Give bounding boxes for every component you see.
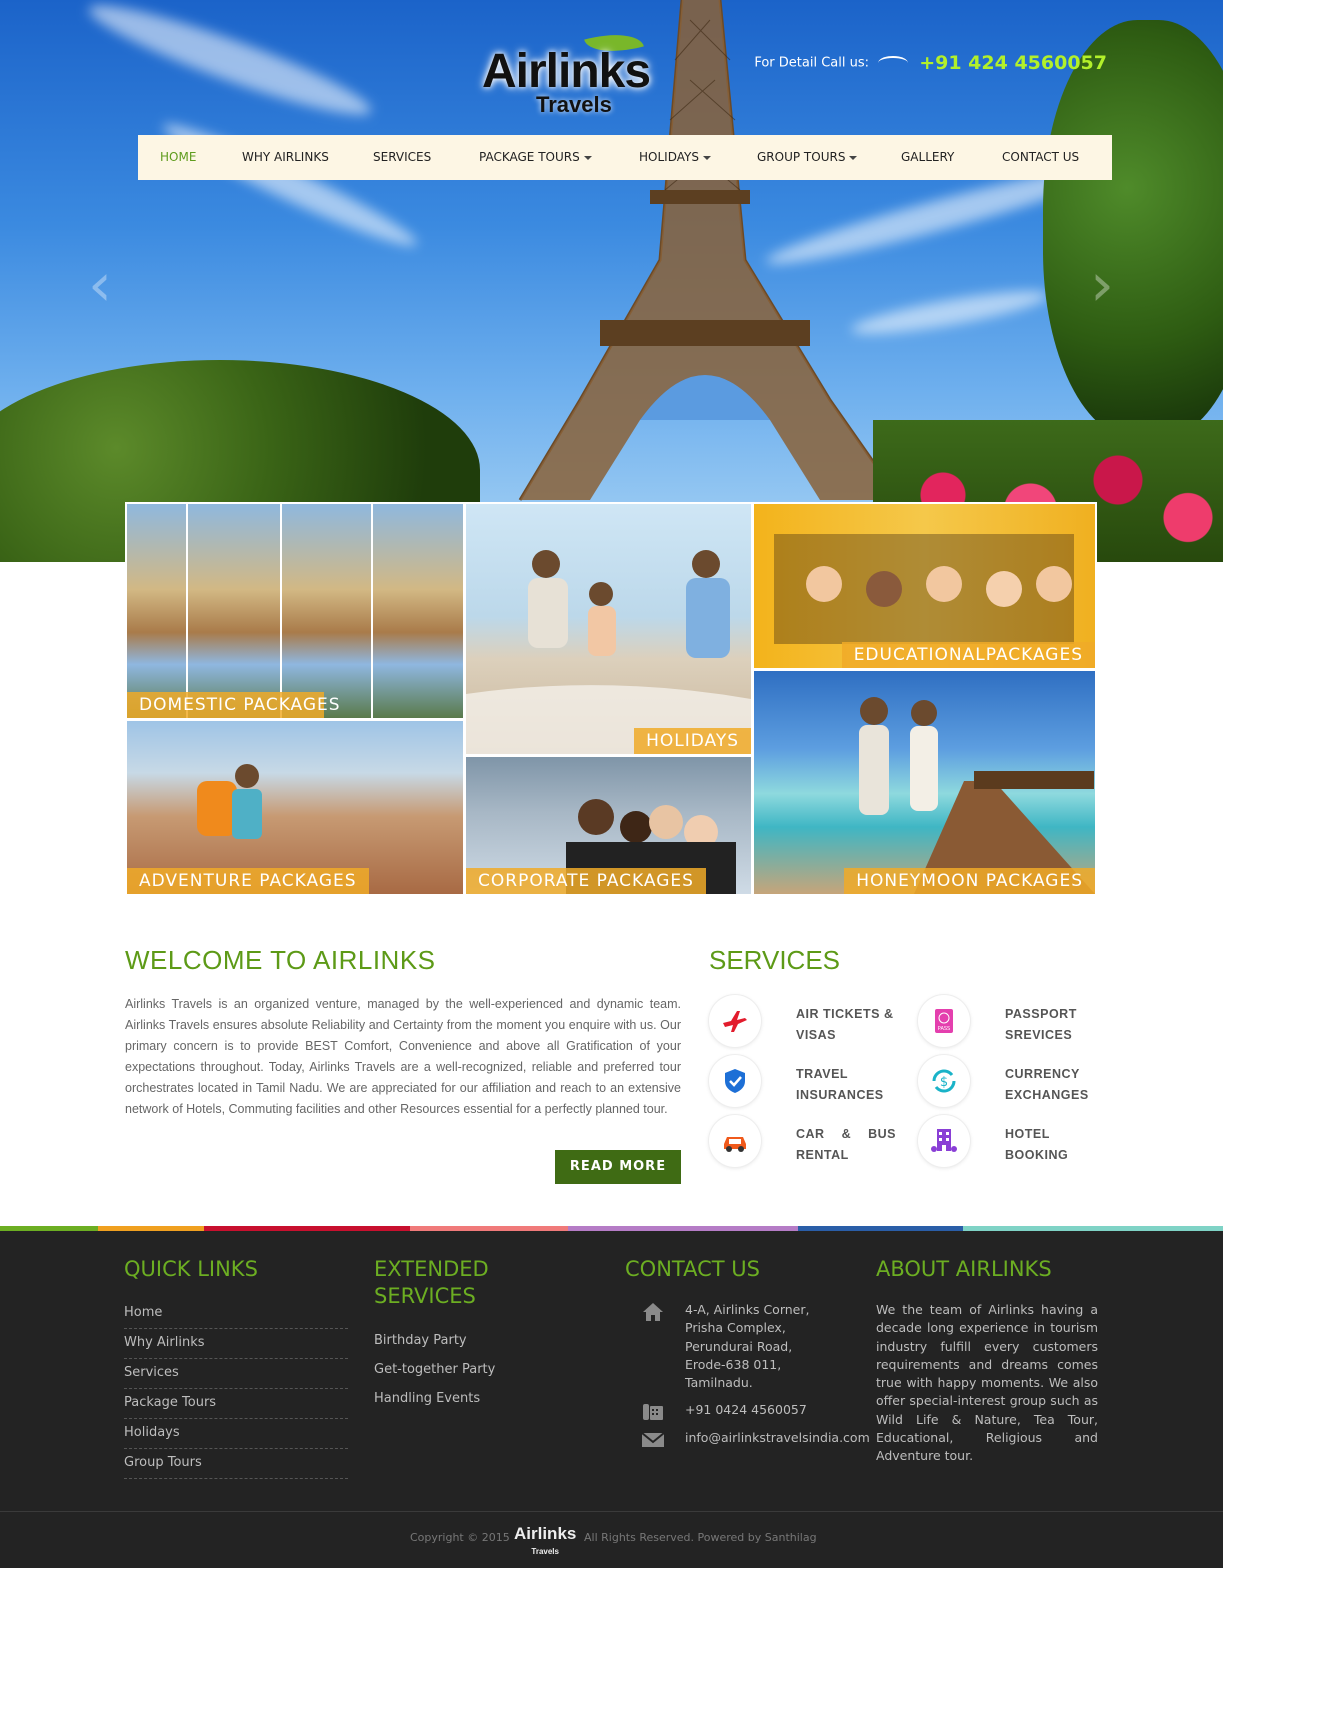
footer-link-group-tours[interactable]: Group Tours bbox=[124, 1449, 348, 1479]
contact-address: 4-A, Airlinks Corner, Prisha Complex, Pe… bbox=[685, 1302, 810, 1391]
nav-contact-us[interactable]: CONTACT US bbox=[1002, 135, 1079, 180]
rights-text: All Rights Reserved. Powered by Santhila… bbox=[584, 1531, 817, 1544]
logo-sub-text: Travels bbox=[536, 92, 612, 117]
quick-links-title: QUICK LINKS bbox=[124, 1257, 258, 1281]
nav-group-tours[interactable]: GROUP TOURS bbox=[757, 135, 901, 180]
footer-link-birthday-party[interactable]: Birthday Party bbox=[374, 1333, 467, 1348]
phone-icon bbox=[643, 1404, 663, 1420]
contact-us-title: CONTACT US bbox=[625, 1257, 760, 1281]
footer-link-handling-events[interactable]: Handling Events bbox=[374, 1391, 480, 1406]
passport-icon: PASS bbox=[918, 995, 970, 1047]
footer-link-services[interactable]: Services bbox=[124, 1359, 348, 1389]
contact-phone[interactable]: +91 0424 4560057 bbox=[685, 1401, 807, 1419]
service-car-bus-rental[interactable]: CAR & BUS RENTAL bbox=[709, 1115, 909, 1171]
nav-why-airlinks[interactable]: WHY AIRLINKS bbox=[242, 135, 373, 180]
service-label: HOTEL BOOKING bbox=[1005, 1127, 1069, 1162]
tile-label: DOMESTIC PACKAGES bbox=[127, 692, 340, 718]
about-airlinks-body: We the team of Airlinks having a decade … bbox=[876, 1302, 1098, 1464]
slider-next-arrow-icon[interactable]: › bbox=[1090, 250, 1114, 320]
nav-gallery[interactable]: GALLERY bbox=[901, 135, 1002, 180]
service-label: AIR TICKETS & VISAS bbox=[796, 1007, 894, 1042]
welcome-body: Airlinks Travels is an organized venture… bbox=[125, 997, 681, 1116]
tile-honeymoon-packages[interactable]: HONEYMOON PACKAGES bbox=[754, 671, 1095, 894]
service-label: CURRENCY EXCHANGES bbox=[1005, 1067, 1089, 1102]
envelope-icon bbox=[641, 1432, 665, 1447]
tile-holidays[interactable]: HOLIDAYS bbox=[466, 504, 751, 754]
tile-adventure-packages[interactable]: ADVENTURE PACKAGES bbox=[127, 721, 463, 894]
service-air-tickets[interactable]: AIR TICKETS & VISAS bbox=[709, 995, 909, 1051]
service-hotel-booking[interactable]: HOTEL BOOKING bbox=[918, 1115, 1118, 1171]
nav-holidays[interactable]: HOLIDAYS bbox=[639, 135, 757, 180]
nav-home[interactable]: HOME bbox=[160, 135, 242, 180]
hotel-icon bbox=[918, 1115, 970, 1167]
logo-main-text: Airlinks bbox=[482, 45, 651, 98]
shield-check-icon bbox=[709, 1055, 761, 1107]
beach-family-image bbox=[466, 550, 751, 754]
service-passport[interactable]: PASS PASSPORT SREVICES bbox=[918, 995, 1118, 1051]
service-label: CAR & BUS RENTAL bbox=[796, 1127, 896, 1162]
service-label: PASSPORT SREVICES bbox=[1005, 1007, 1077, 1042]
caret-down-icon bbox=[702, 155, 711, 160]
footer-link-home[interactable]: Home bbox=[124, 1299, 348, 1329]
tile-label: EDUCATIONALPACKAGES bbox=[841, 642, 1095, 668]
contact-email[interactable]: info@airlinkstravelsindia.com bbox=[685, 1429, 870, 1447]
tile-label: HOLIDAYS bbox=[634, 728, 751, 754]
tile-domestic-packages[interactable]: DOMESTIC PACKAGES bbox=[127, 504, 463, 718]
about-airlinks-title: ABOUT AIRLINKS bbox=[876, 1257, 1052, 1281]
airplane-icon bbox=[709, 995, 761, 1047]
extended-services-title: EXTENDED SERVICES bbox=[374, 1257, 489, 1308]
footer-logo[interactable]: Airlinks Travels bbox=[514, 1525, 576, 1560]
tile-educational-packages[interactable]: EDUCATIONALPACKAGES bbox=[754, 504, 1095, 668]
welcome-title: WELCOME TO AIRLINKS bbox=[125, 945, 436, 975]
tile-corporate-packages[interactable]: CORPORATE PACKAGES bbox=[466, 757, 751, 894]
tile-label: HONEYMOON PACKAGES bbox=[844, 868, 1095, 894]
package-tiles: DOMESTIC PACKAGES HOLIDAYS EDUCATIONALPA… bbox=[125, 502, 1097, 895]
copyright-text: Copyright © 2015 bbox=[410, 1531, 510, 1544]
footer-link-get-together[interactable]: Get-together Party bbox=[374, 1362, 495, 1377]
nav-package-tours[interactable]: PACKAGE TOURS bbox=[479, 135, 639, 180]
caret-down-icon bbox=[849, 155, 858, 160]
header-phone[interactable]: +91 424 4560057 bbox=[919, 52, 1107, 74]
nav-services[interactable]: SERVICES bbox=[373, 135, 479, 180]
main-nav: HOME WHY AIRLINKS SERVICES PACKAGE TOURS… bbox=[138, 135, 1112, 180]
tile-label: CORPORATE PACKAGES bbox=[466, 868, 706, 894]
caret-down-icon bbox=[583, 155, 592, 160]
service-insurance[interactable]: TRAVEL INSURANCES bbox=[709, 1055, 909, 1111]
footer-link-holidays[interactable]: Holidays bbox=[124, 1419, 348, 1449]
read-more-button[interactable]: READ MORE bbox=[555, 1150, 681, 1184]
service-label: TRAVEL INSURANCES bbox=[796, 1067, 884, 1102]
services-title: SERVICES bbox=[709, 945, 841, 975]
home-icon bbox=[643, 1303, 663, 1321]
service-currency[interactable]: $ CURRENCY EXCHANGES bbox=[918, 1055, 1118, 1111]
footer-divider bbox=[0, 1511, 1223, 1512]
svg-text:$: $ bbox=[940, 1075, 948, 1090]
currency-exchange-icon: $ bbox=[918, 1055, 970, 1107]
call-us-block: For Detail Call us: +91 424 4560057 bbox=[754, 52, 1107, 74]
site-logo[interactable]: Airlinks Travels bbox=[482, 25, 682, 130]
tile-label: ADVENTURE PACKAGES bbox=[127, 868, 369, 894]
slider-prev-arrow-icon[interactable]: ‹ bbox=[88, 250, 112, 320]
svg-text:PASS: PASS bbox=[938, 1026, 950, 1032]
arrow-icon bbox=[878, 56, 909, 70]
honeymoon-couple-image bbox=[859, 697, 1095, 894]
footer-link-why-airlinks[interactable]: Why Airlinks bbox=[124, 1329, 348, 1359]
car-icon bbox=[709, 1115, 761, 1167]
footer-link-package-tours[interactable]: Package Tours bbox=[124, 1389, 348, 1419]
hero-banner: ‹ › Airlinks Travels For Detail Call us:… bbox=[0, 0, 1223, 562]
call-us-label: For Detail Call us: bbox=[754, 55, 870, 71]
